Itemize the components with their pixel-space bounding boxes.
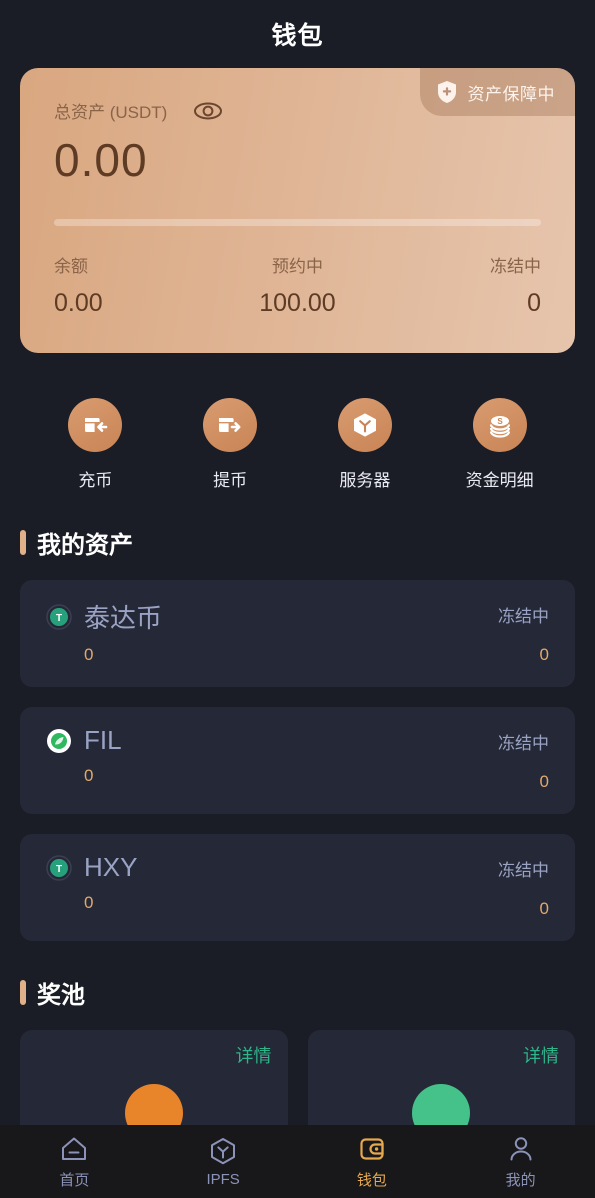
stat-reserved: 预约中 100.00 bbox=[216, 252, 378, 318]
nav-item-mine-label: 我的 bbox=[505, 1171, 536, 1189]
page-header: 钱包 bbox=[0, 0, 595, 68]
section-accent-bar bbox=[20, 980, 26, 1005]
nav-item-wallet[interactable]: 钱包 bbox=[298, 1134, 447, 1190]
stat-frozen-label: 冻结中 bbox=[489, 257, 541, 276]
stat-frozen: 冻结中 0 bbox=[379, 252, 541, 318]
stat-available-label: 余额 bbox=[54, 257, 88, 276]
asset-left: FIL 0 bbox=[46, 725, 122, 792]
asset-right: 冻结中 0 bbox=[498, 852, 549, 919]
asset-amount: 0 bbox=[84, 645, 94, 664]
stat-available-value: 0.00 bbox=[54, 289, 103, 317]
asset-row-fil[interactable]: FIL 0 冻结中 0 bbox=[20, 707, 575, 814]
action-server-label: 服务器 bbox=[339, 471, 391, 490]
nav-item-wallet-label: 钱包 bbox=[356, 1171, 387, 1189]
asset-row-hxy[interactable]: T HXY 0 冻结中 0 bbox=[20, 834, 575, 941]
total-asset-value: 0.00 bbox=[54, 134, 148, 186]
asset-right: 冻结中 0 bbox=[498, 598, 549, 665]
nav-item-home[interactable]: 首页 bbox=[0, 1134, 149, 1190]
svg-text:S: S bbox=[497, 417, 503, 426]
asset-guarantee-label: 资产保障中 bbox=[467, 84, 555, 104]
pool-detail-link[interactable]: 详情 bbox=[523, 1042, 559, 1068]
asset-left: T HXY 0 bbox=[46, 852, 137, 919]
stat-frozen-value: 0 bbox=[527, 289, 541, 317]
asset-frozen-label: 冻结中 bbox=[498, 607, 549, 626]
asset-amount: 0 bbox=[84, 766, 94, 785]
server-hexagon-icon bbox=[337, 398, 392, 452]
filecoin-icon bbox=[46, 728, 72, 754]
usdt-tether-icon: T bbox=[46, 854, 72, 881]
asset-frozen-value: 0 bbox=[539, 899, 549, 918]
asset-frozen-value: 0 bbox=[539, 772, 549, 791]
asset-right: 冻结中 0 bbox=[498, 725, 549, 792]
asset-amount: 0 bbox=[84, 893, 94, 912]
stat-available: 余额 0.00 bbox=[54, 252, 216, 318]
total-asset-label: 总资产 (USDT) bbox=[54, 103, 168, 122]
assets-section-heading: 我的资产 bbox=[20, 525, 595, 560]
page-title: 钱包 bbox=[271, 22, 324, 50]
balance-divider bbox=[54, 219, 541, 226]
bottom-navigation: 首页 IPFS 钱包 我的 bbox=[0, 1125, 595, 1198]
svg-text:T: T bbox=[56, 613, 62, 624]
quick-actions: 充币 提币 服务器 S 资金明细 bbox=[0, 398, 595, 491]
stat-reserved-value: 100.00 bbox=[259, 289, 336, 317]
person-icon bbox=[506, 1134, 536, 1164]
asset-name: FIL bbox=[84, 725, 122, 755]
asset-name-row: T 泰达币 bbox=[46, 598, 162, 635]
action-deposit-label: 充币 bbox=[78, 471, 113, 490]
ipfs-hexagon-icon bbox=[208, 1136, 238, 1166]
nav-item-ipfs-label: IPFS bbox=[206, 1170, 240, 1188]
asset-left: T 泰达币 0 bbox=[46, 598, 162, 665]
asset-guarantee-badge[interactable]: 资产保障中 bbox=[419, 68, 575, 116]
total-balance-card: 资产保障中 总资产 (USDT) 0.00 余额 0.00 预约中 100.00… bbox=[20, 68, 575, 353]
asset-frozen-label: 冻结中 bbox=[498, 734, 549, 753]
wallet-page: 钱包 资产保障中 总资产 (USDT) 0.00 余额 0.00 预约中 100… bbox=[0, 0, 595, 1198]
balance-stats: 余额 0.00 预约中 100.00 冻结中 0 bbox=[20, 252, 575, 318]
nav-item-ipfs[interactable]: IPFS bbox=[149, 1136, 298, 1188]
action-deposit[interactable]: 充币 bbox=[28, 398, 163, 491]
asset-name-row: FIL bbox=[46, 725, 122, 756]
action-funds-detail[interactable]: S 资金明细 bbox=[432, 398, 567, 491]
shield-plus-icon bbox=[436, 80, 458, 104]
pool-section-title: 奖池 bbox=[37, 982, 85, 1009]
action-withdraw[interactable]: 提币 bbox=[163, 398, 298, 491]
nav-item-mine[interactable]: 我的 bbox=[446, 1134, 595, 1190]
deposit-wallet-icon bbox=[68, 398, 123, 452]
assets-section-title: 我的资产 bbox=[37, 532, 133, 559]
action-funds-detail-label: 资金明细 bbox=[465, 471, 534, 490]
pool-detail-link[interactable]: 详情 bbox=[236, 1042, 272, 1068]
wallet-icon bbox=[357, 1134, 387, 1164]
svg-text:T: T bbox=[56, 864, 62, 875]
action-server[interactable]: 服务器 bbox=[298, 398, 433, 491]
action-withdraw-label: 提币 bbox=[213, 471, 248, 490]
usdt-tether-icon: T bbox=[46, 603, 72, 630]
pool-section-heading: 奖池 bbox=[20, 975, 595, 1010]
asset-name: 泰达币 bbox=[84, 603, 163, 633]
asset-name: HXY bbox=[84, 852, 138, 882]
asset-frozen-label: 冻结中 bbox=[498, 861, 549, 880]
asset-frozen-value: 0 bbox=[539, 645, 549, 664]
stat-reserved-label: 预约中 bbox=[271, 257, 323, 276]
withdraw-wallet-icon bbox=[203, 398, 258, 452]
asset-name-row: T HXY bbox=[46, 852, 137, 883]
coin-stack-icon: S bbox=[472, 398, 527, 452]
nav-item-home-label: 首页 bbox=[59, 1171, 90, 1189]
home-icon bbox=[59, 1134, 89, 1164]
section-accent-bar bbox=[20, 530, 26, 555]
eye-visible-icon[interactable] bbox=[193, 101, 223, 121]
asset-row-usdt[interactable]: T 泰达币 0 冻结中 0 bbox=[20, 580, 575, 687]
